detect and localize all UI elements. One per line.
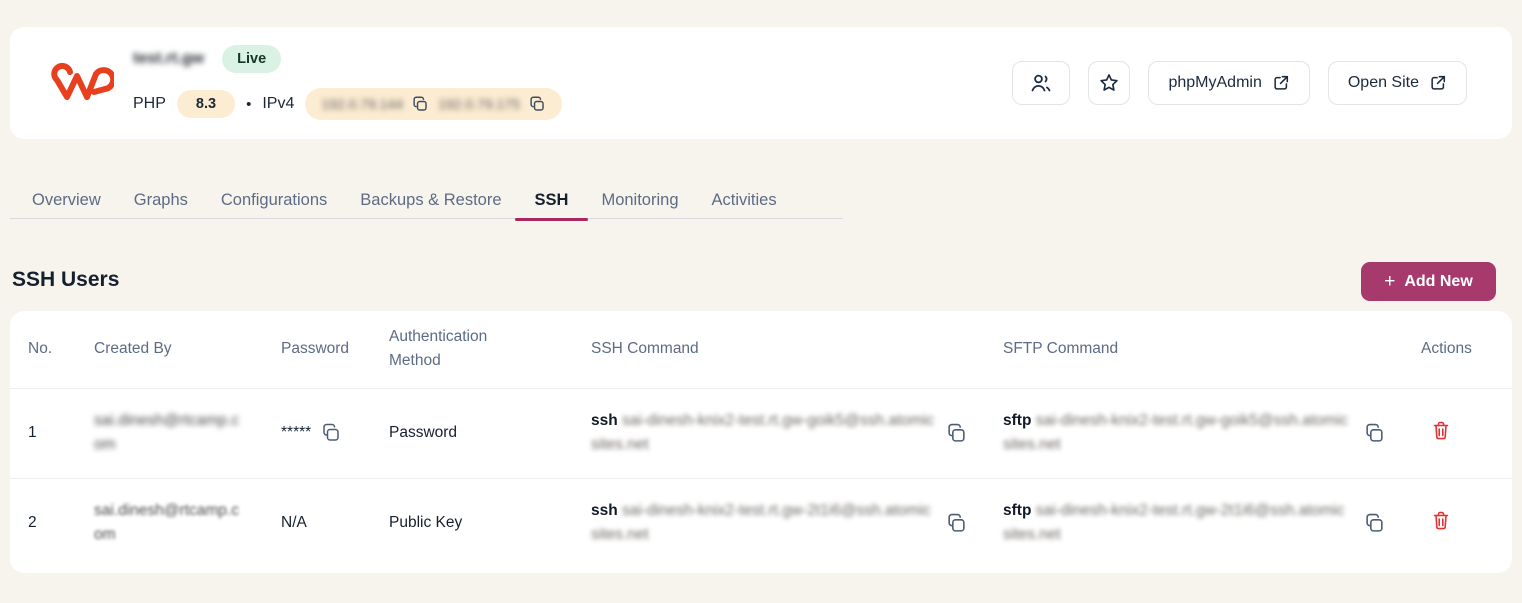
phpmyadmin-button[interactable]: phpMyAdmin <box>1148 61 1310 105</box>
star-icon <box>1098 72 1120 94</box>
tab-overview[interactable]: Overview <box>30 181 103 218</box>
ip-address-2: 192.0.79.175 <box>438 96 520 112</box>
users-button[interactable] <box>1012 61 1071 105</box>
users-icon <box>1029 71 1053 95</box>
ip-address-pill: 192.0.79.144 192.0.79.175 <box>305 88 562 120</box>
password-cell: ***** <box>281 388 389 478</box>
open-site-button[interactable]: Open Site <box>1327 61 1467 105</box>
copy-password-icon[interactable] <box>321 423 341 443</box>
actions-cell <box>1421 388 1512 478</box>
php-version-badge: 8.3 <box>176 89 236 119</box>
external-link-icon <box>1429 74 1447 92</box>
password-cell: N/A <box>281 478 389 568</box>
password-value: N/A <box>281 514 307 532</box>
tab-activities[interactable]: Activities <box>710 181 779 218</box>
phpmyadmin-button-label: phpMyAdmin <box>1168 74 1262 91</box>
auth-method-cell: Public Key <box>389 514 463 532</box>
copy-sftp-command-icon[interactable] <box>1364 423 1385 444</box>
copy-ip2-icon[interactable] <box>529 96 546 113</box>
actions-cell <box>1421 478 1512 568</box>
ssh-users-page: test.rt.gw Live PHP 8.3 • IPv4 192.0.79.… <box>0 0 1522 603</box>
header-actions: phpMyAdmin Open Site <box>1012 61 1467 105</box>
tab-bar: Overview Graphs Configurations Backups &… <box>30 181 779 221</box>
sftp-command-cell: sftp sai-dinesh-knix2-test.rt.gw-2t1i6@s… <box>1003 478 1421 568</box>
page-title: SSH Users <box>12 268 120 291</box>
row-number: 1 <box>28 424 37 441</box>
sftp-prefix: sftp <box>1003 502 1036 520</box>
table-header-row: No. Created By Password Authentication M… <box>10 311 1512 388</box>
tab-monitoring[interactable]: Monitoring <box>599 181 680 218</box>
ssh-command-value: sai-dinesh-knix2-test.rt.gw-goik5@ssh.at… <box>591 412 935 453</box>
ssh-prefix: ssh <box>591 502 623 520</box>
plus-icon: + <box>1384 270 1396 292</box>
site-header-card: test.rt.gw Live PHP 8.3 • IPv4 192.0.79.… <box>10 27 1512 139</box>
tabs-divider <box>10 218 843 219</box>
table-row: 1 sai.dinesh@rtcamp.com ***** Password s… <box>10 388 1512 478</box>
password-value: ***** <box>281 424 312 441</box>
delete-user-icon[interactable] <box>1431 420 1451 441</box>
tab-backups-restore[interactable]: Backups & Restore <box>358 181 503 218</box>
open-site-button-label: Open Site <box>1347 74 1419 91</box>
add-new-button-label: Add New <box>1404 272 1473 290</box>
sftp-command-cell: sftp sai-dinesh-knix2-test.rt.gw-goik5@s… <box>1003 388 1421 478</box>
ssh-users-table: No. Created By Password Authentication M… <box>10 311 1512 568</box>
ssh-command-cell: ssh sai-dinesh-knix2-test.rt.gw-2t1i6@ss… <box>591 478 1003 568</box>
col-header-auth-method: Authentication Method <box>389 328 488 370</box>
copy-sftp-command-icon[interactable] <box>1364 513 1385 534</box>
created-by-cell: sai.dinesh@rtcamp.com <box>94 412 239 453</box>
tab-ssh[interactable]: SSH <box>514 181 589 221</box>
copy-ssh-command-icon[interactable] <box>946 513 967 534</box>
tab-graphs[interactable]: Graphs <box>132 181 190 218</box>
sftp-command-value: sai-dinesh-knix2-test.rt.gw-2t1i6@ssh.at… <box>1003 502 1345 544</box>
external-link-icon <box>1272 74 1290 92</box>
col-header-no: No. <box>28 340 53 358</box>
created-by-cell: sai.dinesh@rtcamp.com <box>94 502 239 544</box>
sftp-command-value: sai-dinesh-knix2-test.rt.gw-goik5@ssh.at… <box>1003 412 1348 453</box>
ssh-command-value: sai-dinesh-knix2-test.rt.gw-2t1i6@ssh.at… <box>591 502 931 544</box>
col-header-ssh-command: SSH Command <box>591 340 699 358</box>
col-header-sftp-command: SFTP Command <box>1003 340 1119 358</box>
copy-ssh-command-icon[interactable] <box>946 423 967 444</box>
tab-configurations[interactable]: Configurations <box>219 181 329 218</box>
ip-address-1: 192.0.79.144 <box>321 96 404 112</box>
sftp-prefix: sftp <box>1003 412 1036 429</box>
favorite-button[interactable] <box>1088 61 1131 105</box>
copy-ip1-icon[interactable] <box>412 96 429 113</box>
ssh-prefix: ssh <box>591 412 623 429</box>
ipv4-label: IPv4 <box>262 95 295 112</box>
status-badge: Live <box>222 44 282 74</box>
add-new-button[interactable]: + Add New <box>1361 262 1496 301</box>
col-header-password: Password <box>281 340 350 358</box>
col-header-actions: Actions <box>1421 340 1472 358</box>
php-label: PHP <box>133 95 166 112</box>
ssh-command-cell: ssh sai-dinesh-knix2-test.rt.gw-goik5@ss… <box>591 388 1003 478</box>
row-number: 2 <box>28 514 37 532</box>
delete-user-icon[interactable] <box>1431 510 1451 531</box>
site-name: test.rt.gw <box>133 50 205 67</box>
ssh-users-table-card: No. Created By Password Authentication M… <box>10 311 1512 573</box>
table-row: 2 sai.dinesh@rtcamp.com N/A Public Key s… <box>10 478 1512 568</box>
site-info: test.rt.gw Live PHP 8.3 • IPv4 192.0.79.… <box>133 41 562 120</box>
auth-method-cell: Password <box>389 424 458 441</box>
col-header-created-by: Created By <box>94 340 172 358</box>
wp-logo-icon <box>50 59 117 112</box>
separator-dot: • <box>246 95 252 113</box>
